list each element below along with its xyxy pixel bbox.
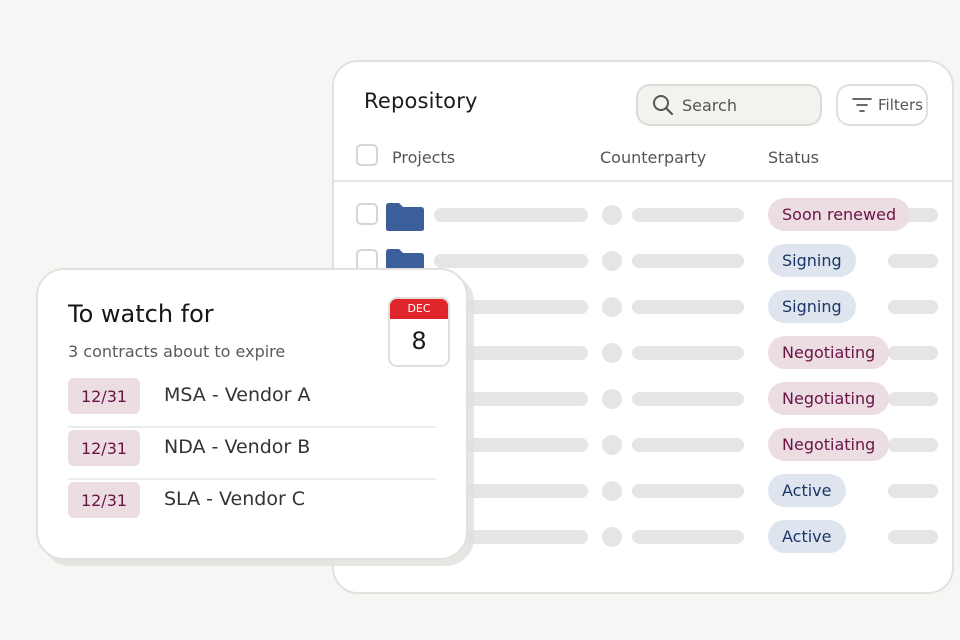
list-item[interactable]: 12/31 NDA - Vendor B [68,430,436,482]
table-row[interactable]: Soon renewed [334,198,952,244]
counterparty-avatar-placeholder [602,343,622,363]
counterparty-avatar-placeholder [602,527,622,547]
counterparty-name-placeholder [632,254,744,268]
counterparty-name-placeholder [632,484,744,498]
calendar-icon: DEC 8 [388,297,450,367]
search-icon [653,95,674,116]
expiry-date: 12/31 [68,482,140,518]
extra-column-placeholder [888,346,938,360]
extra-column-placeholder [888,300,938,314]
status-badge: Signing [768,290,856,323]
calendar-month: DEC [390,299,448,319]
counterparty-avatar-placeholder [602,389,622,409]
extra-column-placeholder [888,392,938,406]
divider [68,426,436,428]
divider [68,478,436,480]
column-counterparty[interactable]: Counterparty [600,148,706,167]
search-input[interactable]: Search [636,84,822,126]
extra-column-placeholder [888,530,938,544]
counterparty-name-placeholder [632,438,744,452]
counterparty-avatar-placeholder [602,435,622,455]
counterparty-avatar-placeholder [602,205,622,225]
calendar-day: 8 [411,327,427,355]
counterparty-avatar-placeholder [602,297,622,317]
counterparty-name-placeholder [632,392,744,406]
repository-title: Repository [364,89,478,113]
project-name-placeholder [434,254,588,268]
filters-label: Filters [878,96,923,114]
column-projects[interactable]: Projects [392,148,455,167]
counterparty-avatar-placeholder [602,251,622,271]
status-badge: Signing [768,244,856,277]
status-badge: Negotiating [768,382,890,415]
status-badge: Active [768,474,846,507]
counterparty-avatar-placeholder [602,481,622,501]
table-header: Projects Counterparty Status [334,140,952,182]
column-status[interactable]: Status [768,148,819,167]
watch-title: To watch for [68,300,214,328]
list-item[interactable]: 12/31 MSA - Vendor A [68,378,436,430]
counterparty-name-placeholder [632,208,744,222]
expiry-date: 12/31 [68,430,140,466]
counterparty-name-placeholder [632,346,744,360]
watch-subtitle: 3 contracts about to expire [68,342,286,361]
project-name-placeholder [434,208,588,222]
filters-button[interactable]: Filters [836,84,928,126]
row-checkbox[interactable] [356,203,378,225]
watch-card: To watch for 3 contracts about to expire… [36,268,468,560]
contract-name: MSA - Vendor A [164,384,311,406]
select-all-checkbox[interactable] [356,144,378,166]
status-badge: Negotiating [768,336,890,369]
contract-name: NDA - Vendor B [164,436,311,458]
counterparty-name-placeholder [632,530,744,544]
expiry-date: 12/31 [68,378,140,414]
extra-column-placeholder [888,484,938,498]
filter-icon [852,98,872,112]
search-placeholder: Search [682,95,737,115]
counterparty-name-placeholder [632,300,744,314]
contract-name: SLA - Vendor C [164,488,306,510]
list-item[interactable]: 12/31 SLA - Vendor C [68,482,436,534]
status-badge: Negotiating [768,428,890,461]
extra-column-placeholder [888,254,938,268]
folder-icon [386,203,424,231]
status-badge: Active [768,520,846,553]
extra-column-placeholder [888,438,938,452]
status-badge: Soon renewed [768,198,911,231]
